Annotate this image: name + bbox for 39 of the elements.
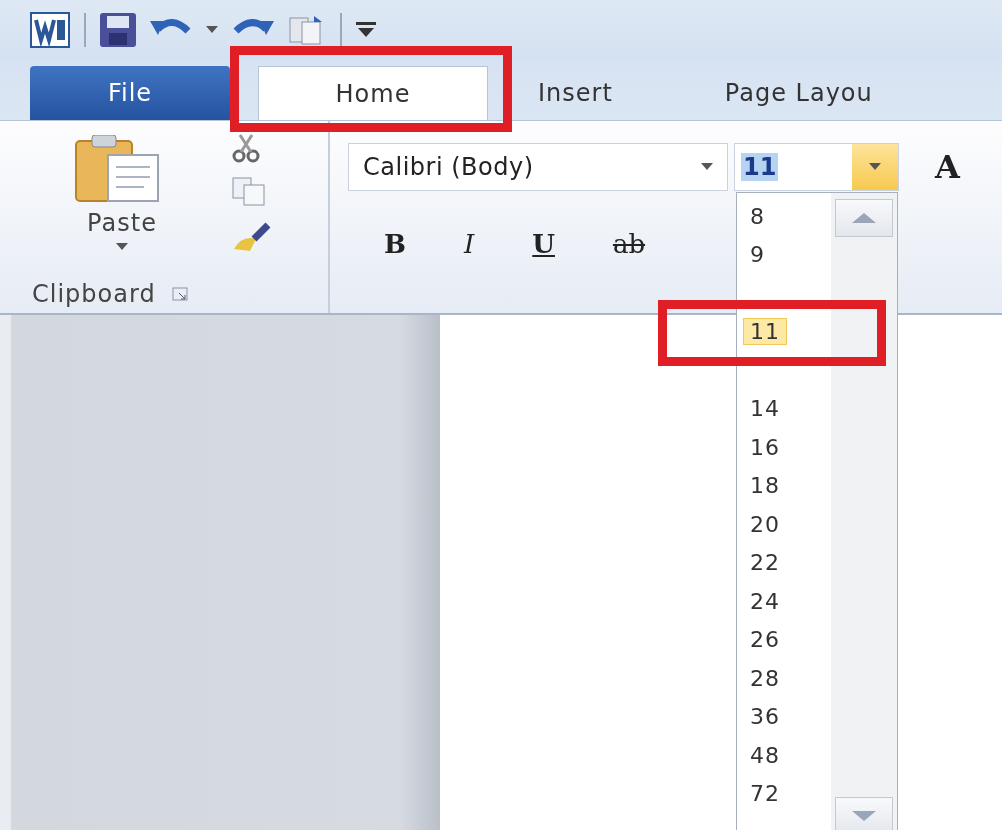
customize-caret-icon[interactable] — [356, 22, 376, 38]
font-name-field[interactable]: Calibri (Body) — [348, 143, 728, 191]
italic-button[interactable]: I — [464, 229, 475, 259]
font-size-option[interactable]: 72 — [743, 780, 787, 808]
word-logo-icon[interactable] — [30, 12, 70, 48]
paste-caret-icon[interactable] — [116, 243, 128, 251]
ribbon-tab[interactable]: Home — [258, 66, 488, 120]
dialog-launcher-icon[interactable] — [171, 287, 188, 301]
font-size-option[interactable]: 14 — [743, 395, 787, 423]
font-size-option[interactable]: 20 — [743, 510, 787, 538]
paintbrush-icon[interactable] — [232, 221, 272, 253]
group-label: Clipboard — [32, 280, 156, 308]
grow-font-button[interactable]: A — [935, 148, 960, 186]
strikethrough-button[interactable]: ab — [612, 229, 646, 259]
bold-button[interactable]: B — [384, 229, 406, 259]
font-size-option[interactable]: 9 — [743, 241, 772, 269]
scissors-icon[interactable] — [232, 133, 260, 163]
font-size-option[interactable]: 18 — [743, 472, 787, 500]
font-size-option[interactable]: 16 — [743, 433, 787, 461]
font-size-option[interactable]: 22 — [743, 549, 787, 577]
save-icon[interactable] — [100, 13, 136, 47]
ribbon-tab[interactable]: Page Layou — [724, 66, 873, 120]
ribbon-tab[interactable]: Insert — [538, 66, 613, 120]
paste-button[interactable]: Paste — [83, 209, 161, 237]
font-size-option[interactable]: 8 — [743, 202, 772, 230]
font-size-option[interactable]: 11 — [743, 318, 787, 346]
font-size-option[interactable]: 28 — [743, 664, 787, 692]
file-tab[interactable]: File — [30, 66, 230, 120]
font-size-option[interactable]: 48 — [743, 741, 787, 769]
underline-button[interactable]: U — [532, 229, 555, 259]
font-size-option[interactable]: 24 — [743, 587, 787, 615]
font-size-option[interactable]: 36 — [743, 703, 787, 731]
font-size-option[interactable]: 26 — [743, 626, 787, 654]
down-arrow-icon — [852, 811, 876, 821]
font-size-field[interactable]: 11 — [734, 143, 899, 191]
caret-icon[interactable] — [206, 26, 218, 34]
font-caret-icon[interactable] — [701, 163, 713, 171]
caret-icon — [869, 163, 881, 171]
up-arrow-icon — [852, 213, 876, 223]
